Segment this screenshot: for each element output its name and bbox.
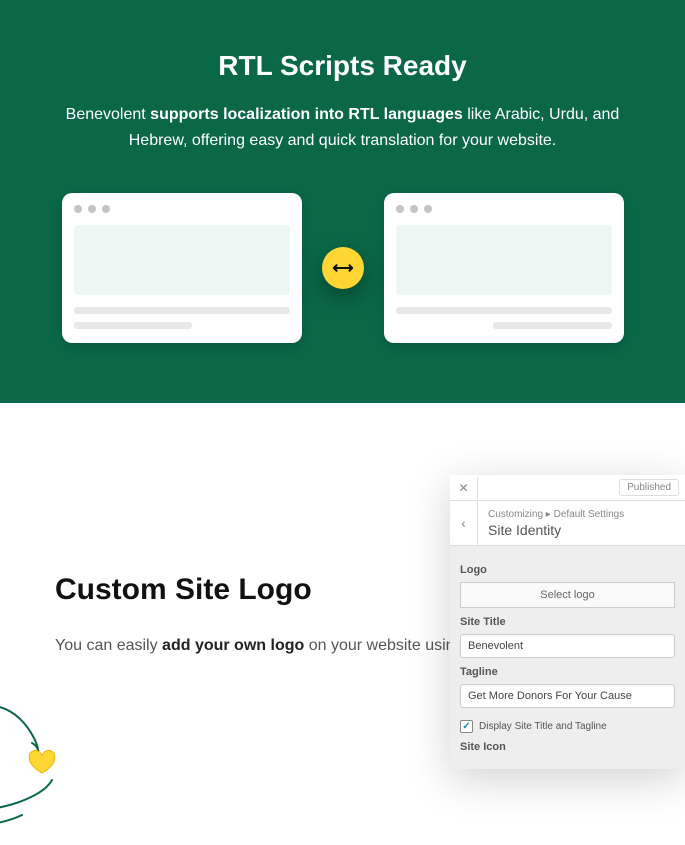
published-badge: Published bbox=[619, 479, 679, 496]
customizer-body: Logo Select logo Site Title Benevolent T… bbox=[450, 546, 685, 769]
tagline-input[interactable]: Get More Donors For Your Cause bbox=[460, 684, 675, 708]
breadcrumb-path: Customizing ▸ Default Settings bbox=[488, 509, 624, 520]
breadcrumb-current: Site Identity bbox=[488, 522, 624, 538]
logo-desc-pre: You can easily bbox=[55, 637, 162, 654]
text-line bbox=[493, 322, 612, 329]
mockups-row bbox=[60, 193, 625, 343]
site-icon-label: Site Icon bbox=[460, 741, 675, 753]
logo-label: Logo bbox=[460, 564, 675, 576]
checkbox-icon[interactable]: ✓ bbox=[460, 720, 473, 733]
rtl-section: RTL Scripts Ready Benevolent supports lo… bbox=[0, 0, 685, 403]
text-line bbox=[74, 307, 290, 314]
close-icon[interactable]: ✕ bbox=[450, 477, 478, 499]
tagline-label: Tagline bbox=[460, 666, 675, 678]
hands-illustration bbox=[0, 695, 110, 845]
ltr-mockup bbox=[62, 193, 302, 343]
window-dots bbox=[396, 205, 612, 213]
text-line bbox=[396, 307, 612, 314]
select-logo-button[interactable]: Select logo bbox=[460, 582, 675, 608]
customizer-panel: ✕ Published ‹ Customizing ▸ Default Sett… bbox=[450, 475, 685, 769]
breadcrumb: Customizing ▸ Default Settings Site Iden… bbox=[478, 503, 634, 544]
rtl-desc-pre: Benevolent bbox=[66, 106, 151, 123]
site-title-label: Site Title bbox=[460, 616, 675, 628]
customizer-topbar: ✕ Published bbox=[450, 475, 685, 501]
rtl-mockup bbox=[384, 193, 624, 343]
customizer-breadcrumb-row: ‹ Customizing ▸ Default Settings Site Id… bbox=[450, 501, 685, 546]
checkbox-label: Display Site Title and Tagline bbox=[479, 721, 607, 732]
rtl-heading: RTL Scripts Ready bbox=[60, 50, 625, 82]
ltr-body bbox=[74, 225, 290, 329]
window-dots bbox=[74, 205, 290, 213]
rtl-body bbox=[396, 225, 612, 329]
logo-desc-bold: add your own logo bbox=[162, 637, 304, 654]
text-line bbox=[74, 322, 193, 329]
rtl-description: Benevolent supports localization into RT… bbox=[60, 102, 625, 153]
content-block bbox=[396, 225, 612, 295]
rtl-desc-bold: supports localization into RTL languages bbox=[150, 106, 463, 123]
back-icon[interactable]: ‹ bbox=[450, 501, 478, 545]
site-title-input[interactable]: Benevolent bbox=[460, 634, 675, 658]
content-block bbox=[74, 225, 290, 295]
swap-icon bbox=[322, 247, 364, 289]
display-title-checkbox-row[interactable]: ✓ Display Site Title and Tagline bbox=[460, 720, 675, 733]
